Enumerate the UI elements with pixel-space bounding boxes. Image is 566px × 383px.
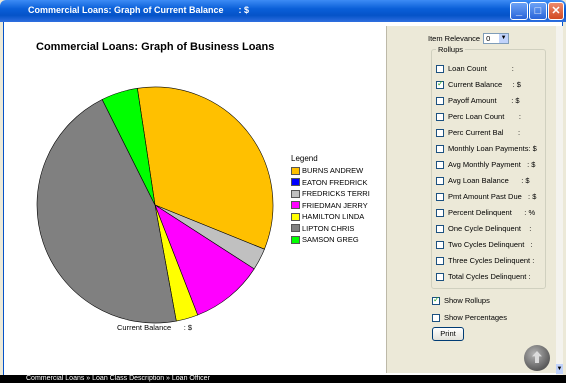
rollup-label: Current Balance : $ (448, 80, 521, 89)
legend-swatch (291, 178, 300, 187)
checkbox-box[interactable] (432, 295, 440, 305)
legend-label: FRIEDMAN JERRY (302, 200, 368, 210)
rollup-checkbox[interactable]: Percent Delinquent : % (436, 208, 535, 217)
legend-swatch (291, 166, 300, 175)
legend-swatch (291, 235, 300, 244)
rollup-label: Payoff Amount : $ (448, 96, 520, 105)
show-rollups-checkbox[interactable]: Show Rollups (432, 295, 490, 305)
checkbox-box[interactable] (436, 240, 444, 249)
checkbox-box[interactable] (436, 208, 444, 217)
rollup-label: Monthly Loan Payments: $ (448, 144, 537, 153)
legend-swatch (291, 189, 300, 198)
rollups-group-title: Rollups (436, 45, 466, 54)
rollup-checkbox[interactable]: Pmt Amount Past Due : $ (436, 192, 536, 201)
checkbox-box[interactable] (436, 79, 444, 89)
rollup-label: Avg Loan Balance : $ (448, 176, 530, 185)
checkbox-box[interactable] (436, 176, 444, 185)
legend-title: Legend (291, 154, 318, 163)
checkbox-box[interactable] (436, 64, 444, 73)
legend-item: SAMSON GREG (291, 234, 370, 246)
item-relevance-label: Item Relevance (428, 34, 481, 43)
checkbox-box[interactable] (436, 272, 444, 281)
show-rollups-label: Show Rollups (444, 296, 490, 305)
rollup-checkbox[interactable]: Avg Monthly Payment : $ (436, 160, 535, 169)
checkbox-box[interactable] (436, 224, 444, 233)
rollup-label: Pmt Amount Past Due : $ (448, 192, 537, 201)
legend-item: FREDRICKS TERRI (291, 188, 370, 200)
legend-item: EATON FREDRICK (291, 177, 370, 189)
checkbox-box[interactable] (436, 128, 444, 137)
rollup-label: Percent Delinquent : % (448, 208, 536, 217)
legend-item: LIPTON CHRIS (291, 223, 370, 235)
rollup-label: Loan Count : (448, 64, 514, 73)
legend-label: HAMILTON LINDA (302, 212, 365, 222)
print-button[interactable]: Print (432, 327, 464, 341)
rollup-label: Perc Loan Count : (448, 112, 521, 121)
rollup-label: Three Cycles Delinquent : (448, 256, 535, 265)
legend-item: BURNS ANDREW (291, 165, 370, 177)
chart-footer-label: Current Balance : $ (117, 323, 193, 332)
checkbox-box[interactable] (436, 256, 444, 265)
rollup-checkbox[interactable]: Perc Loan Count : (436, 112, 521, 121)
rollup-checkbox[interactable]: Payoff Amount : $ (436, 96, 520, 105)
rollup-label: Avg Monthly Payment : $ (448, 160, 536, 169)
breadcrumb-status-bar: Commercial Loans » Loan Class Descriptio… (0, 375, 566, 383)
legend-label: FREDRICKS TERRI (302, 189, 370, 199)
maximize-button[interactable]: □ (529, 2, 547, 20)
rollup-label: One Cycle Delinquent : (448, 224, 532, 233)
navigate-up-icon[interactable] (524, 345, 550, 371)
legend-swatch (291, 212, 300, 221)
legend-item: HAMILTON LINDA (291, 211, 370, 223)
legend-item: FRIEDMAN JERRY (291, 200, 370, 212)
rollup-checkbox[interactable]: Total Cycles Delinquent : (436, 272, 531, 281)
item-relevance-value: 0 (486, 34, 491, 43)
checkbox-box[interactable] (436, 192, 444, 201)
rollup-checkbox[interactable]: Loan Count : (436, 64, 514, 73)
chart-legend: Legend BURNS ANDREW EATON FREDRICK FREDRIC… (291, 154, 370, 246)
rollup-checkbox[interactable]: Perc Current Bal : (436, 128, 520, 137)
legend-swatch (291, 201, 300, 210)
legend-swatch (291, 224, 300, 233)
scroll-down-arrow-icon[interactable]: ▼ (556, 364, 563, 374)
rollup-label: Perc Current Bal : (448, 128, 521, 137)
chart-title: Commercial Loans: Graph of Business Loan… (36, 41, 275, 53)
checkbox-box[interactable] (432, 313, 440, 322)
rollup-checkbox[interactable]: Monthly Loan Payments: $ (436, 144, 537, 153)
rollup-label: Two Cycles Delinquent : (448, 240, 533, 249)
vertical-scrollbar[interactable] (556, 26, 563, 375)
legend-label: EATON FREDRICK (302, 177, 368, 187)
item-relevance-row: Item Relevance 0 ▼ (428, 33, 510, 44)
rollup-label: Total Cycles Delinquent : (448, 272, 531, 281)
rollup-checkbox[interactable]: Current Balance : $ (436, 79, 521, 89)
minimize-button[interactable]: _ (510, 2, 528, 20)
rollup-checkbox[interactable]: Avg Loan Balance : $ (436, 176, 530, 185)
checkbox-box[interactable] (436, 144, 444, 153)
chevron-down-icon[interactable]: ▼ (499, 34, 509, 43)
legend-label: SAMSON GREG (302, 235, 359, 245)
rollup-checkbox[interactable]: One Cycle Delinquent : (436, 224, 531, 233)
close-button[interactable]: ✕ (548, 2, 564, 20)
rollup-checkbox[interactable]: Two Cycles Delinquent : (436, 240, 533, 249)
checkbox-box[interactable] (436, 112, 444, 121)
legend-label: LIPTON CHRIS (302, 223, 355, 233)
checkbox-box[interactable] (436, 160, 444, 169)
checkbox-box[interactable] (436, 96, 444, 105)
rollup-checkbox[interactable]: Three Cycles Delinquent : (436, 256, 534, 265)
show-percentages-label: Show Percentages (444, 313, 507, 322)
legend-label: BURNS ANDREW (302, 166, 364, 176)
show-percentages-checkbox[interactable]: Show Percentages (432, 313, 507, 322)
application-window: Commercial Loans: Graph of Current Balan… (0, 0, 566, 383)
item-relevance-select[interactable]: 0 ▼ (483, 33, 510, 44)
